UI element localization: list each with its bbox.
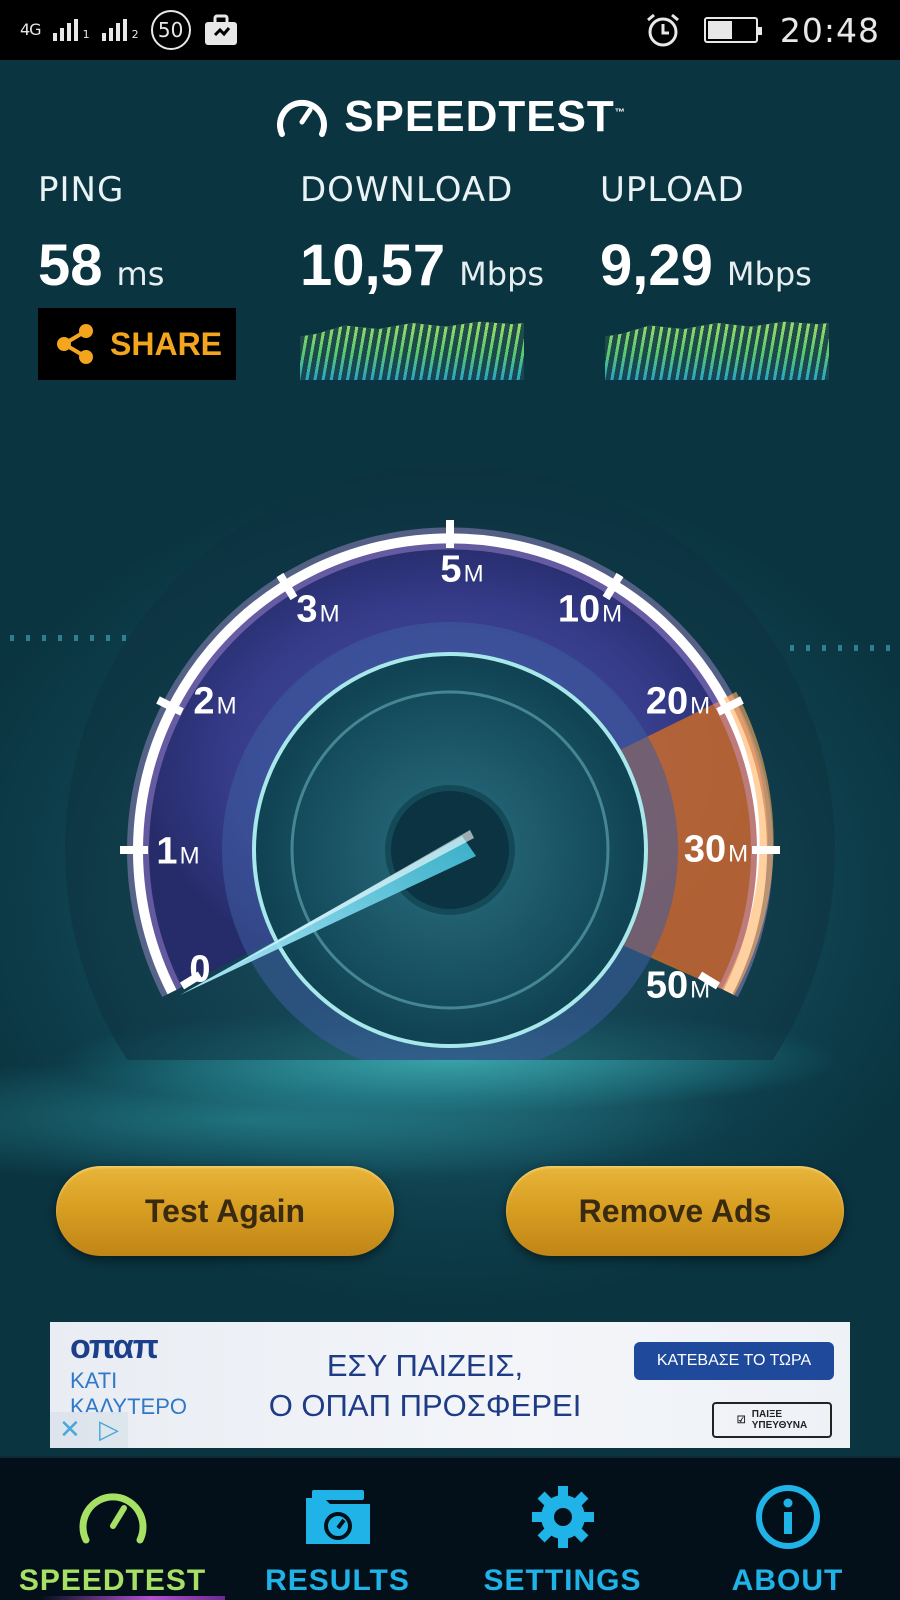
nav-label: ABOUT [731, 1564, 844, 1597]
download-label: DOWNLOAD [300, 170, 514, 210]
nav-label: SPEEDTEST [18, 1564, 207, 1597]
nav-settings[interactable]: SETTINGS [450, 1458, 675, 1600]
ad-tagline: ΚΑΤΙ [70, 1368, 118, 1393]
alarm-clock-icon [646, 13, 679, 47]
speedtest-logo: SPEEDTEST™ [0, 92, 900, 142]
gauge-label-3m: 3M [296, 588, 340, 631]
nav-results[interactable]: RESULTS [225, 1458, 450, 1600]
upload-value: 9,29 [600, 233, 713, 298]
upload-label: UPLOAD [600, 170, 745, 210]
folder-gauge-icon [305, 1490, 370, 1544]
ad-headline: ΕΣΥ ΠΑΙΖΕΙΣ, [326, 1348, 524, 1383]
ad-close-icon[interactable]: ✕ [59, 1415, 81, 1445]
ad-close-controls: ✕ ▷ [50, 1412, 128, 1448]
gauge-label-2m: 2M [193, 680, 237, 723]
speedometer-logo-icon [277, 99, 328, 137]
nav-label: RESULTS [265, 1564, 410, 1597]
signal-sim2-icon: 2 [101, 19, 139, 41]
info-icon [755, 1485, 820, 1549]
gear-icon [531, 1486, 594, 1548]
battery-icon [703, 17, 762, 43]
ad-responsible-gaming-badge: ☑ ΠΑΙΞΕ ΥΠΕΥΘΥΝΑ [712, 1402, 832, 1438]
remove-ads-button[interactable]: Remove Ads [506, 1166, 844, 1256]
upload-result: UPLOAD 9,29 Mbps [600, 170, 812, 299]
ad-brand: οπαπ [70, 1328, 159, 1366]
gauge-label-0: 0 [189, 948, 211, 991]
ping-result: PING 58 ms [38, 170, 164, 299]
share-button[interactable]: SHARE [38, 308, 236, 380]
signal-sim1-icon: 1 [52, 19, 90, 41]
gauge-label-1m: 1M [156, 830, 200, 873]
gauge-label-5m: 5M [440, 548, 484, 591]
share-icon [57, 324, 93, 364]
logo-text: SPEEDTEST™ [344, 92, 626, 141]
gauge-label-50m: 50M [645, 964, 711, 1007]
notification-count-badge: 50 [150, 10, 191, 50]
test-again-button[interactable]: Test Again [56, 1166, 394, 1256]
ping-value: 58 [38, 233, 103, 298]
ad-headline: Ο ΟΠΑΠ ΠΡΟΣΦΕΡΕΙ [268, 1388, 582, 1423]
share-label: SHARE [110, 325, 223, 362]
thumbs-up-icon: ☑ [736, 1414, 746, 1426]
download-result: DOWNLOAD 10,57 Mbps [300, 170, 544, 299]
ping-label: PING [38, 170, 125, 210]
status-time: 20:48 [779, 10, 880, 50]
ad-cta-button[interactable]: ΚΑΤΕΒΑΣΕ ΤΟ ΤΩΡΑ [634, 1342, 834, 1380]
download-unit: Mbps [459, 255, 545, 293]
speed-gauge: 0 1M 2M 3M 5M 10M 20M 30M 50M [0, 420, 900, 1235]
gauge-label-30m: 30M [683, 828, 749, 871]
gauge-label-20m: 20M [645, 680, 711, 723]
network-type-indicator: 4G [20, 20, 42, 39]
ad-banner[interactable]: οπαπ ΚΑΤΙ ΚΑΛΥΤΕΡΟ ΕΣΥ ΠΑΙΖΕΙΣ, Ο ΟΠΑΠ Π… [50, 1322, 850, 1448]
gauge-dial [65, 465, 835, 1235]
nav-about[interactable]: ABOUT [675, 1458, 900, 1600]
upload-unit: Mbps [726, 255, 812, 293]
download-value: 10,57 [300, 233, 446, 298]
status-bar: 4G 1 2 50 20:48 [0, 0, 900, 60]
nav-speedtest[interactable]: SPEEDTEST [0, 1458, 225, 1600]
bottom-navigation: SPEEDTEST RESULTS SETTINGS ABOUT [0, 1456, 900, 1600]
ad-choices-icon[interactable]: ▷ [99, 1415, 119, 1445]
gauge-label-10m: 10M [557, 588, 623, 631]
ping-unit: ms [116, 255, 165, 293]
nav-label: SETTINGS [483, 1564, 642, 1597]
speedometer-icon [79, 1493, 146, 1544]
briefcase-notification-icon [204, 14, 237, 45]
